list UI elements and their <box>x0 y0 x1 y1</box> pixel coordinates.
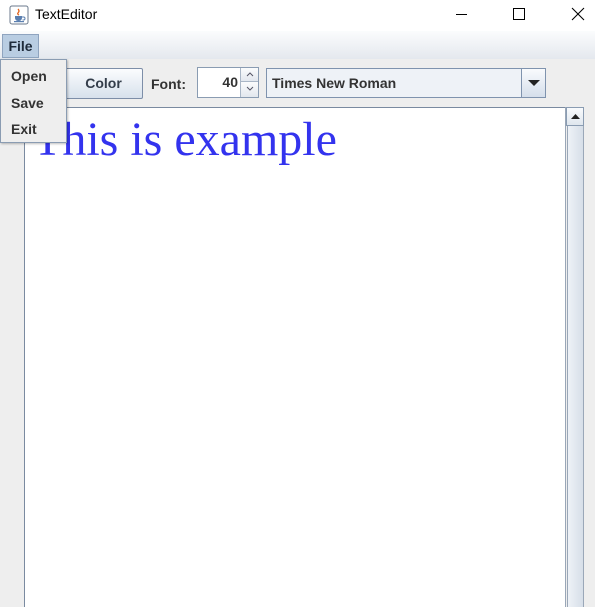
left-margin <box>0 107 24 607</box>
combo-dropdown-button[interactable] <box>521 69 545 97</box>
editor-text[interactable]: This is example <box>33 112 337 168</box>
menu-item-exit[interactable]: Exit <box>1 116 66 142</box>
maximize-icon <box>513 8 525 20</box>
right-margin <box>584 107 595 607</box>
font-family-combo[interactable]: Times New Roman <box>266 68 546 98</box>
minimize-icon <box>456 14 467 15</box>
color-button[interactable]: Color <box>64 68 143 99</box>
minimize-button[interactable] <box>439 0 485 31</box>
title-bar: TextEditor <box>0 0 595 31</box>
window-title: TextEditor <box>35 6 98 22</box>
scroll-up-button[interactable] <box>566 107 584 126</box>
font-size-value[interactable]: 40 <box>198 68 238 97</box>
file-menu-popup: Open Save Exit <box>0 59 67 143</box>
menu-file[interactable]: File <box>2 34 39 58</box>
spinner-up-button[interactable] <box>240 68 258 82</box>
maximize-button[interactable] <box>495 0 541 31</box>
font-label: Font: <box>151 76 186 92</box>
font-family-value: Times New Roman <box>272 75 397 91</box>
scroll-thumb[interactable] <box>567 126 584 607</box>
close-button[interactable] <box>552 0 595 31</box>
font-size-spinner[interactable]: 40 <box>197 67 259 98</box>
arrow-up-icon <box>571 114 580 119</box>
close-icon <box>571 7 585 21</box>
menu-item-open[interactable]: Open <box>1 63 66 89</box>
java-cup-icon <box>9 5 29 25</box>
menu-item-save[interactable]: Save <box>1 90 66 116</box>
spinner-down-button[interactable] <box>240 82 258 97</box>
menu-bar: File <box>0 31 595 59</box>
spinner-down-icon <box>246 86 254 91</box>
text-editor-area[interactable]: This is example <box>24 107 565 607</box>
spinner-up-icon <box>246 72 254 77</box>
vertical-scrollbar[interactable] <box>565 107 584 607</box>
chevron-down-icon <box>528 80 540 86</box>
